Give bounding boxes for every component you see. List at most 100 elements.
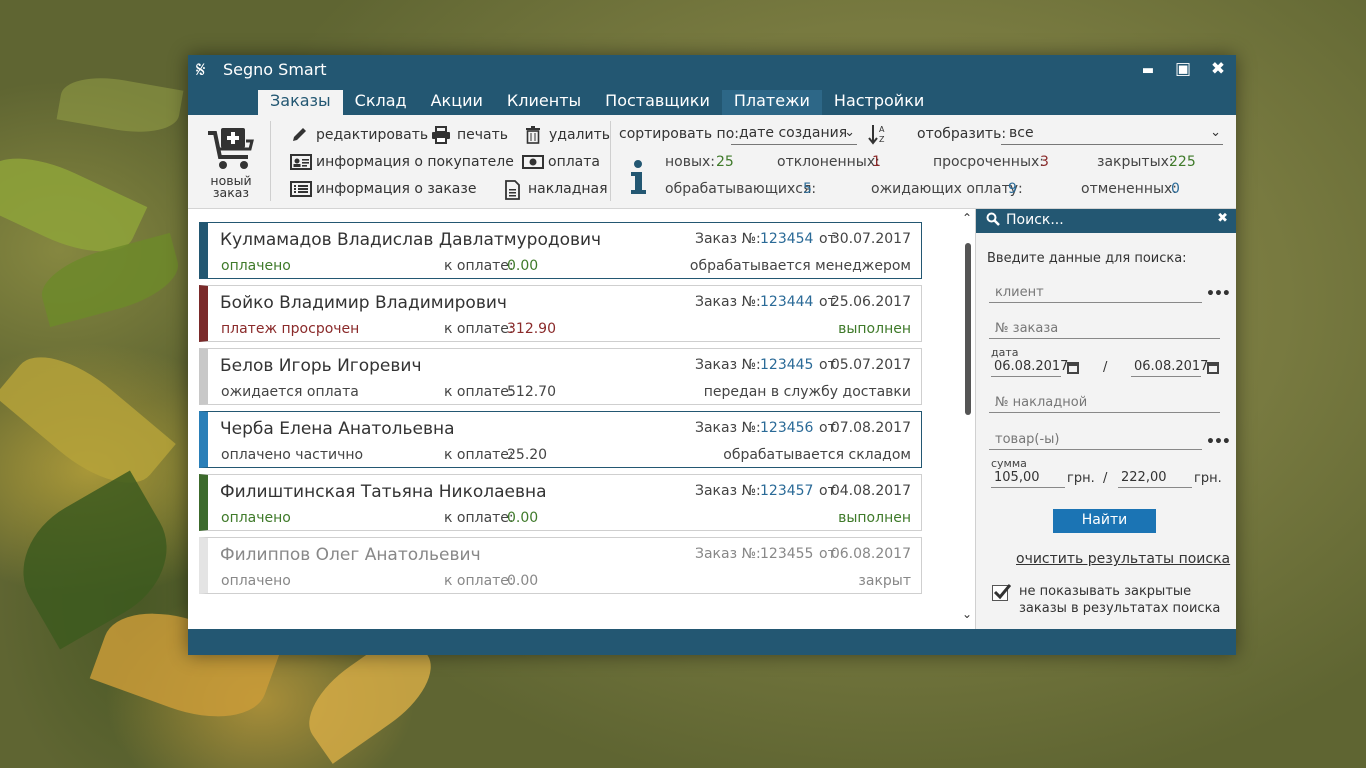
stat-awaiting-value: 9 — [1008, 181, 1017, 197]
goods-browse-button[interactable]: ••• — [1206, 434, 1231, 450]
payment-status: оплачено — [221, 573, 291, 589]
order-card[interactable]: Кулмамадов Владислав Давлатмуродович Зак… — [199, 222, 922, 279]
date-label: дата — [991, 346, 1019, 359]
sum-from-field[interactable]: 105,00 — [991, 470, 1065, 488]
date-from-field[interactable]: 06.08.2017 — [991, 359, 1068, 377]
tab-suppliers[interactable]: Поставщики — [593, 90, 722, 115]
payment-label: оплата — [548, 154, 600, 170]
money-icon — [522, 153, 544, 171]
svg-text:A: A — [879, 125, 885, 134]
stat-new-label: новых: — [665, 154, 716, 170]
background-leaf — [0, 334, 176, 506]
sort-direction-icon[interactable]: AZ — [868, 123, 888, 149]
stat-cancelled-label: отмененных: — [1081, 181, 1178, 197]
order-number[interactable]: 123445 — [760, 357, 813, 373]
buyer-info-button[interactable]: информация о покупателе — [290, 153, 514, 171]
currency-label: грн. — [1067, 471, 1095, 486]
close-button[interactable]: ✖ — [1206, 59, 1230, 79]
goods-placeholder: товар(-ы) — [995, 432, 1060, 447]
toolbar: новый заказ редактировать печать удалить — [188, 115, 1236, 209]
order-number-label: Заказ №: — [695, 357, 761, 373]
hide-closed-label: не показывать закрытые заказы в результа… — [1019, 584, 1221, 616]
scrollbar-thumb[interactable] — [965, 243, 971, 415]
sort-select[interactable]: дате создания ⌄ — [731, 125, 857, 145]
tab-payments[interactable]: Платежи — [721, 90, 822, 115]
order-card[interactable]: Филиштинская Татьяна Николаевна Заказ №:… — [199, 474, 922, 531]
order-number-label: Заказ №: — [695, 420, 761, 436]
invoice-number-field[interactable]: № накладной — [989, 395, 1220, 413]
printer-icon — [431, 126, 451, 144]
tab-clients[interactable]: Клиенты — [495, 90, 593, 115]
delete-button[interactable]: удалить — [523, 126, 610, 144]
client-browse-button[interactable]: ••• — [1206, 286, 1231, 302]
search-panel: Поиск... ✖ Введите данные для поиска: кл… — [975, 209, 1236, 629]
order-info-button[interactable]: информация о заказе — [290, 180, 476, 198]
edit-button[interactable]: редактировать — [290, 126, 428, 144]
order-state: выполнен — [838, 510, 911, 526]
date-from-value: 06.08.2017 — [994, 359, 1069, 374]
order-number[interactable]: 123457 — [760, 483, 813, 499]
date-to-value: 06.08.2017 — [1134, 359, 1209, 374]
new-order-label: новый заказ — [210, 173, 252, 200]
stat-overdue-value: 3 — [1040, 154, 1049, 170]
clear-results-link[interactable]: очистить результаты поиска — [1016, 551, 1230, 567]
print-label: печать — [457, 127, 509, 143]
sum-label: сумма — [991, 457, 1027, 470]
order-number-field[interactable]: № заказа — [989, 321, 1220, 339]
order-info-label: информация о заказе — [316, 181, 477, 197]
info-icon — [629, 159, 647, 195]
scroll-down-icon[interactable]: ⌄ — [962, 607, 972, 621]
invoice-number-placeholder: № накладной — [995, 395, 1088, 410]
customer-name: Филиппов Олег Анатольевич — [220, 545, 481, 565]
order-card[interactable]: Белов Игорь Игоревич Заказ №: 123445 от … — [199, 348, 922, 405]
customer-name: Бойко Владимир Владимирович — [220, 293, 507, 313]
order-card[interactable]: Черба Елена Анатольевна Заказ №: 123456 … — [199, 411, 922, 468]
minimize-button[interactable]: ▬ — [1136, 63, 1160, 78]
sum-from-value: 105,00 — [994, 470, 1040, 485]
hide-closed-checkbox[interactable] — [992, 584, 1011, 601]
find-button[interactable]: Найти — [1053, 509, 1156, 533]
orders-scrollbar[interactable]: ⌃ ⌄ — [961, 209, 975, 629]
delete-label: удалить — [549, 127, 610, 143]
orders-list: Кулмамадов Владислав Давлатмуродович Зак… — [188, 209, 975, 629]
tab-promotions[interactable]: Акции — [419, 90, 495, 115]
payment-button[interactable]: оплата — [522, 153, 600, 171]
close-search-button[interactable]: ✖ — [1217, 211, 1228, 226]
invoice-button[interactable]: накладная — [502, 180, 608, 200]
print-button[interactable]: печать — [431, 126, 508, 144]
amount-due: 0.00 — [507, 573, 539, 589]
date-to-field[interactable]: 06.08.2017 — [1131, 359, 1208, 377]
tab-warehouse[interactable]: Склад — [343, 90, 419, 115]
sort-label: сортировать по: — [619, 126, 739, 142]
order-number[interactable]: 123444 — [760, 294, 813, 310]
search-panel-header: Поиск... ✖ — [976, 209, 1236, 233]
order-number[interactable]: 123456 — [760, 420, 813, 436]
sum-to-field[interactable]: 222,00 — [1118, 470, 1192, 488]
main-tabs: Заказы Склад Акции Клиенты Поставщики Пл… — [258, 90, 936, 115]
show-select[interactable]: все ⌄ — [1001, 125, 1223, 145]
trash-icon — [523, 126, 543, 144]
payment-status: оплачено — [221, 510, 291, 526]
scroll-up-icon[interactable]: ⌃ — [962, 211, 972, 225]
maximize-button[interactable]: ▣ — [1171, 59, 1195, 79]
order-card[interactable]: Бойко Владимир Владимирович Заказ №: 123… — [199, 285, 922, 342]
amount-due-label: к оплате: — [444, 321, 514, 337]
document-icon — [502, 180, 522, 200]
calendar-icon[interactable] — [1207, 362, 1219, 374]
stat-processing-label: обрабатывающихся: — [665, 181, 817, 197]
order-number[interactable]: 123454 — [760, 231, 813, 247]
new-order-button[interactable]: новый заказ — [202, 127, 260, 199]
app-title: Segno Smart — [223, 60, 327, 79]
invoice-label: накладная — [528, 181, 608, 197]
calendar-icon[interactable] — [1067, 362, 1079, 374]
order-number-label: Заказ №: — [695, 546, 761, 562]
amount-due: 312.90 — [507, 321, 556, 337]
tab-orders[interactable]: Заказы — [258, 90, 343, 115]
title-bar: 𝄋 Segno Smart ▬ ▣ ✖ Заказы Склад Акции К… — [188, 55, 1236, 115]
goods-field[interactable]: товар(-ы) — [989, 432, 1202, 450]
client-field[interactable]: клиент — [989, 285, 1202, 303]
order-card[interactable]: Филиппов Олег Анатольевич Заказ №: 12345… — [199, 537, 922, 594]
order-number[interactable]: 123455 — [760, 546, 813, 562]
app-window: 𝄋 Segno Smart ▬ ▣ ✖ Заказы Склад Акции К… — [188, 55, 1236, 655]
tab-settings[interactable]: Настройки — [822, 90, 936, 115]
